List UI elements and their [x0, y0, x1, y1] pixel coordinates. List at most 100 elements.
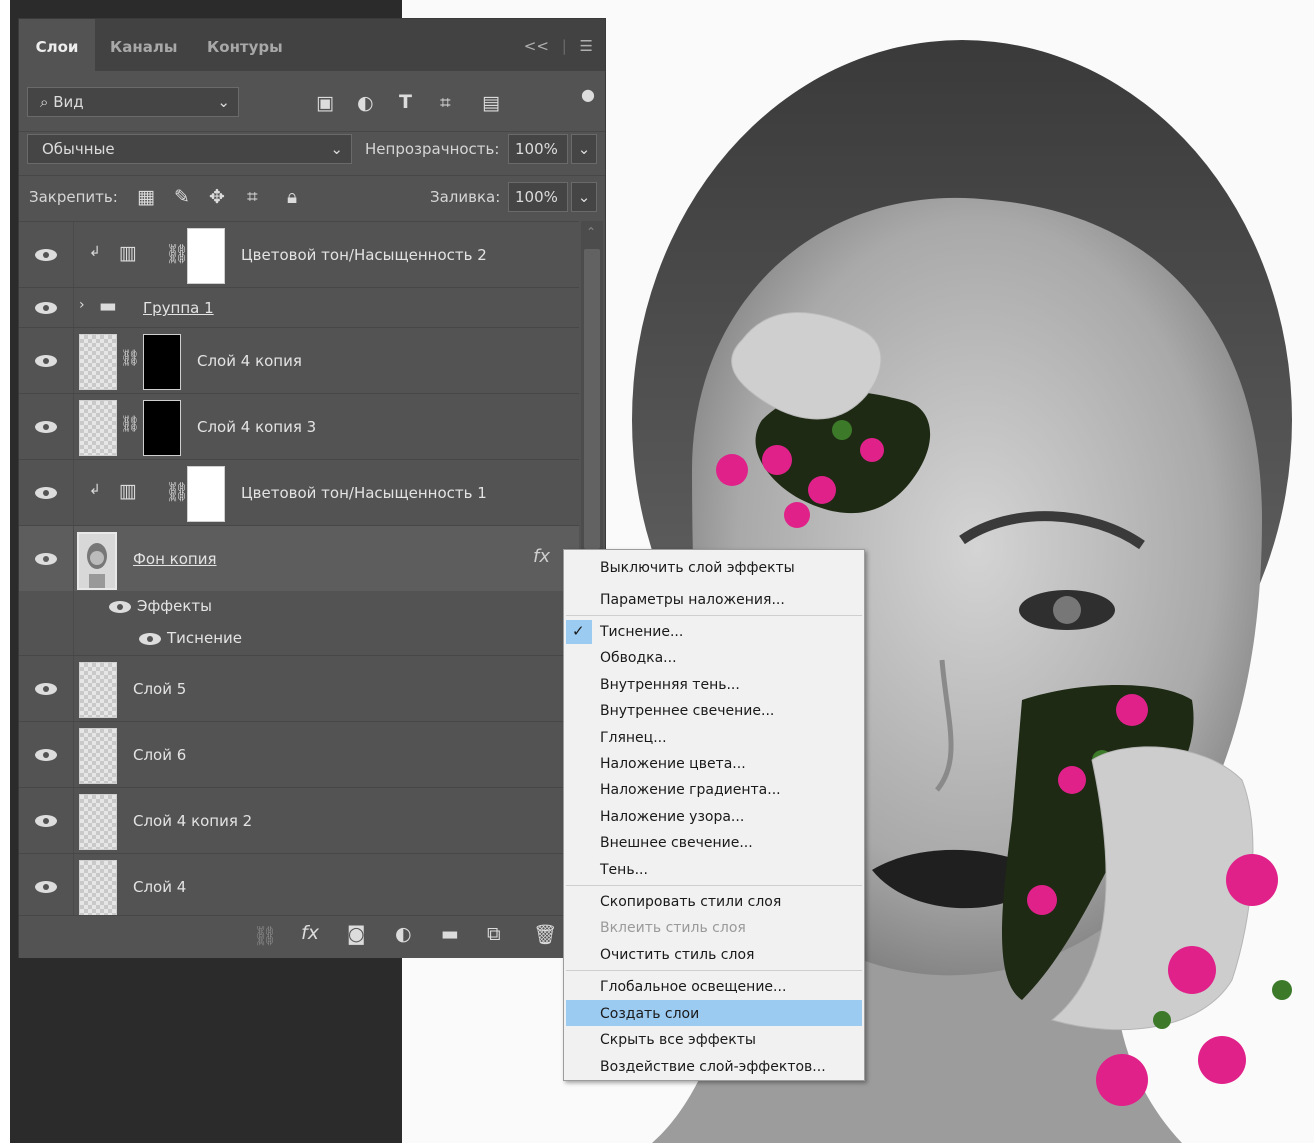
layer-row-layer-4-copy-2[interactable]: Слой 4 копия 2	[19, 787, 579, 854]
layer-row-hue-saturation-1[interactable]: ↲ ▥ ⛓ Цветовой тон/Насыщенность 1	[19, 459, 579, 526]
layer-row-hue-saturation-2[interactable]: ↲ ▥ ⛓ Цветовой тон/Насыщенность 2	[19, 221, 579, 288]
eye-icon[interactable]	[33, 354, 59, 368]
menu-item-hide-all-effects[interactable]: Скрыть все эффекты	[600, 1032, 756, 1048]
add-style-icon[interactable]: fx	[301, 922, 319, 944]
layer-thumbnail[interactable]	[79, 400, 117, 456]
opacity-input[interactable]: 100%	[508, 134, 568, 164]
menu-item-pattern-overlay[interactable]: Наложение узора...	[600, 809, 744, 825]
menu-item-satin[interactable]: Глянец...	[600, 730, 667, 746]
smart-object-filter-icon[interactable]: ▤	[482, 92, 500, 114]
layer-name[interactable]: Слой 6	[133, 746, 186, 764]
filter-toggle-icon[interactable]: ●	[581, 85, 595, 104]
layer-thumbnail[interactable]	[79, 728, 117, 784]
lock-transparency-icon[interactable]: ▦	[137, 186, 155, 208]
layer-thumbnail[interactable]	[79, 334, 117, 390]
layer-row-group-1[interactable]: › ▬ Группа 1	[19, 287, 579, 328]
fx-icon[interactable]: fx	[533, 546, 550, 567]
adjustment-filter-icon[interactable]: ◐	[357, 92, 374, 114]
menu-item-blending-options[interactable]: Параметры наложения...	[600, 592, 785, 608]
menu-item-stroke[interactable]: Обводка...	[600, 650, 677, 666]
menu-item-color-overlay[interactable]: Наложение цвета...	[600, 756, 746, 772]
collapse-icon[interactable]: <<	[524, 37, 549, 55]
layer-row-layer-4-copy-3[interactable]: ⛓ Слой 4 копия 3	[19, 393, 579, 460]
lock-brush-icon[interactable]: ✎	[174, 186, 190, 208]
effect-emboss-row[interactable]: Тиснение	[19, 623, 579, 655]
scroll-up-icon[interactable]: ⌃	[586, 225, 596, 239]
menu-item-disable-effects[interactable]: Выключить слой эффекты	[600, 560, 795, 576]
layer-thumbnail[interactable]	[79, 662, 117, 718]
new-layer-icon[interactable]: ⧉	[487, 923, 501, 945]
menu-item-scale-effects[interactable]: Воздействие слой-эффектов...	[600, 1059, 826, 1075]
layer-name[interactable]: Фон копия	[133, 550, 216, 568]
menu-item-emboss[interactable]: Тиснение...	[600, 624, 683, 640]
layer-thumbnail[interactable]	[79, 794, 117, 850]
eye-icon[interactable]	[33, 748, 59, 762]
lock-artboard-icon[interactable]: ⌗	[247, 186, 258, 208]
type-filter-icon[interactable]: T	[399, 91, 412, 113]
eye-icon[interactable]	[33, 248, 59, 262]
layer-mask-thumbnail[interactable]	[187, 228, 225, 284]
add-mask-icon[interactable]: ◙	[347, 923, 365, 945]
link-layers-icon[interactable]: ⛓	[253, 924, 277, 947]
layer-mask-thumbnail[interactable]	[143, 334, 181, 390]
panel-menu-icon[interactable]: ☰	[580, 37, 593, 55]
layer-mask-thumbnail[interactable]	[143, 400, 181, 456]
layer-name[interactable]: Группа 1	[143, 299, 214, 317]
eye-icon[interactable]	[137, 632, 163, 646]
opacity-slider-toggle[interactable]: ⌄	[571, 134, 597, 164]
menu-item-inner-glow[interactable]: Внутреннее свечение...	[600, 703, 774, 719]
lock-all-icon[interactable]: 🔒︎	[287, 186, 297, 208]
menu-item-clear-layer-style[interactable]: Очистить стиль слоя	[600, 947, 754, 963]
menu-item-global-light[interactable]: Глобальное освещение...	[600, 979, 786, 995]
eye-icon[interactable]	[33, 301, 59, 315]
layer-mask-thumbnail[interactable]	[187, 466, 225, 522]
menu-item-copy-layer-style[interactable]: Скопировать стили слоя	[600, 894, 781, 910]
menu-item-inner-shadow[interactable]: Внутренняя тень...	[600, 677, 740, 693]
scrollbar-thumb[interactable]	[584, 249, 600, 549]
layer-row-layer-6[interactable]: Слой 6	[19, 721, 579, 788]
fill-input[interactable]: 100%	[508, 182, 568, 212]
blend-mode-dropdown[interactable]: Обычные ⌄	[27, 134, 352, 164]
shape-filter-icon[interactable]: ⌗	[440, 92, 451, 114]
eye-icon[interactable]	[33, 486, 59, 500]
layer-name[interactable]: Слой 5	[133, 680, 186, 698]
layer-name[interactable]: Цветовой тон/Насыщенность 2	[241, 246, 487, 264]
layer-row-layer-4[interactable]: Слой 4	[19, 853, 579, 915]
eye-icon[interactable]	[33, 880, 59, 894]
eye-icon[interactable]	[33, 814, 59, 828]
layer-row-layer-5[interactable]: Слой 5	[19, 655, 579, 722]
new-adjustment-icon[interactable]: ◐	[395, 923, 412, 945]
effects-label[interactable]: Эффекты	[137, 597, 212, 615]
eye-icon[interactable]	[33, 420, 59, 434]
filter-kind-dropdown[interactable]: ⌕ Вид ⌄	[27, 87, 239, 117]
tab-paths[interactable]: Контуры	[207, 19, 283, 71]
tab-layers[interactable]: Слои	[19, 19, 95, 71]
image-filter-icon[interactable]: ▣	[316, 92, 334, 114]
layer-name[interactable]: Слой 4	[133, 878, 186, 896]
menu-item-gradient-overlay[interactable]: Наложение градиента...	[600, 782, 781, 798]
effects-row[interactable]: Эффекты	[19, 591, 579, 623]
layer-row-background-copy[interactable]: Фон копия fx	[19, 525, 579, 592]
chevron-right-icon[interactable]: ›	[79, 297, 85, 313]
new-group-icon[interactable]: ▬	[441, 923, 459, 945]
layer-thumbnail[interactable]	[77, 532, 117, 590]
eye-icon[interactable]	[33, 552, 59, 566]
layer-row-layer-4-copy[interactable]: ⛓ Слой 4 копия	[19, 327, 579, 394]
menu-item-outer-glow[interactable]: Внешнее свечение...	[600, 835, 753, 851]
lock-position-icon[interactable]: ✥	[209, 186, 225, 208]
fill-slider-toggle[interactable]: ⌄	[571, 182, 597, 212]
trash-icon[interactable]: 🗑︎	[533, 923, 557, 946]
layer-name[interactable]: Слой 4 копия 3	[197, 418, 316, 436]
effect-name[interactable]: Тиснение	[167, 629, 242, 647]
folder-icon: ▬	[99, 295, 117, 317]
blend-row: Обычные ⌄ Непрозрачность: 100% ⌄	[19, 131, 605, 176]
layer-name[interactable]: Слой 4 копия	[197, 352, 302, 370]
menu-item-create-layers[interactable]: Создать слои	[600, 1006, 699, 1022]
layer-name[interactable]: Цветовой тон/Насыщенность 1	[241, 484, 487, 502]
menu-item-drop-shadow[interactable]: Тень...	[600, 862, 648, 878]
eye-icon[interactable]	[107, 600, 133, 614]
eye-icon[interactable]	[33, 682, 59, 696]
layer-thumbnail[interactable]	[79, 860, 117, 915]
layer-name[interactable]: Слой 4 копия 2	[133, 812, 252, 830]
tab-channels[interactable]: Каналы	[110, 19, 177, 71]
